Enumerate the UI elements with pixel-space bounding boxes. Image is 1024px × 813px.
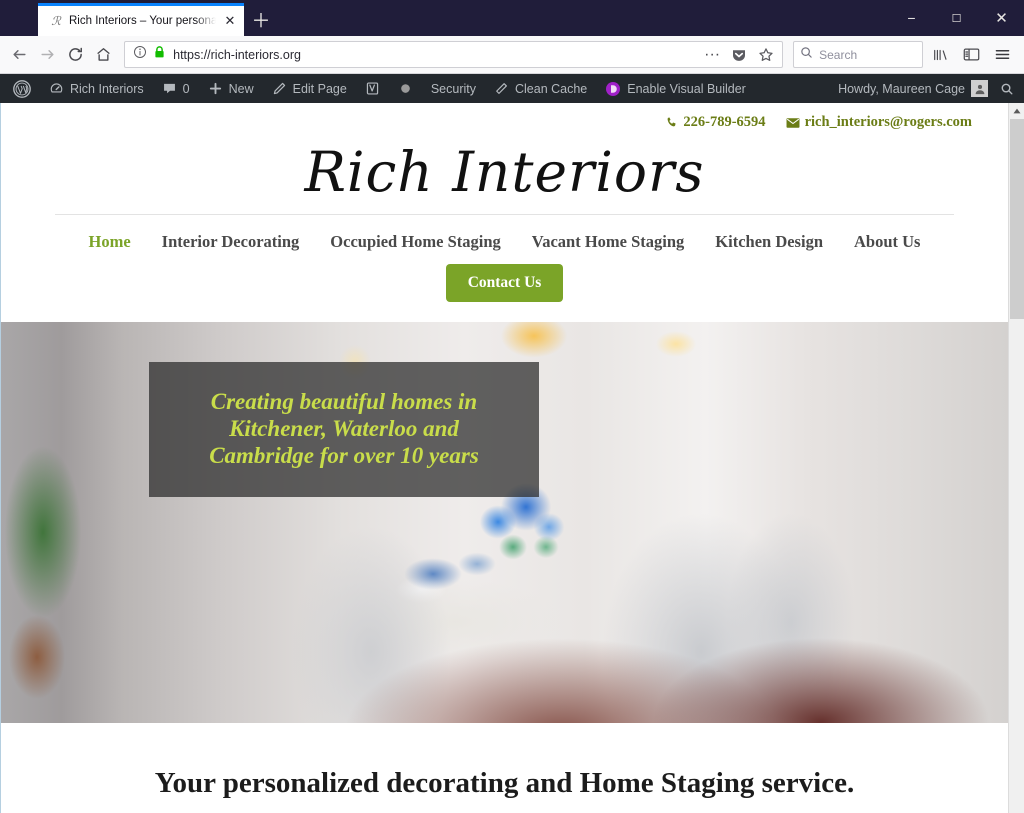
- header-email[interactable]: rich_interiors@rogers.com: [786, 114, 972, 131]
- sidebar-icon[interactable]: [956, 40, 987, 70]
- comment-bubble-icon: [162, 81, 177, 96]
- url-text: https://rich-interiors.org: [173, 47, 301, 62]
- contact-us-button[interactable]: Contact Us: [445, 264, 564, 302]
- main-navigation: Home Interior Decorating Occupied Home S…: [31, 215, 978, 262]
- admin-bar-clean-cache[interactable]: Clean Cache: [485, 74, 596, 103]
- search-icon: [800, 46, 813, 64]
- close-window-button[interactable]: ✕: [979, 0, 1024, 36]
- admin-bar-edit-page[interactable]: Edit Page: [263, 74, 356, 103]
- tab-close-icon[interactable]: ✕: [222, 13, 238, 29]
- admin-bar-site-name[interactable]: Rich Interiors: [40, 74, 153, 103]
- plus-icon: [208, 81, 223, 96]
- divi-icon: [605, 81, 621, 97]
- admin-bar-howdy-label[interactable]: Howdy, Maureen Cage: [838, 82, 971, 96]
- nav-item-occupied-home-staging[interactable]: Occupied Home Staging: [330, 232, 501, 252]
- admin-bar-comment-count: 0: [182, 81, 190, 96]
- page-info-icon: [133, 45, 147, 64]
- page-tagline: Your personalized decorating and Home St…: [154, 767, 855, 799]
- admin-bar-security[interactable]: Security: [422, 74, 485, 103]
- hero-line-1: Creating beautiful homes in: [210, 389, 478, 415]
- bookmark-star-icon[interactable]: [756, 45, 776, 65]
- dashboard-icon: [49, 81, 64, 96]
- admin-bar-status-dot[interactable]: [389, 74, 422, 103]
- header-email-label: rich_interiors@rogers.com: [804, 114, 972, 130]
- site-header: 226-789-6594 rich_interiors@rogers.com R…: [1, 103, 1008, 322]
- nav-item-kitchen-design[interactable]: Kitchen Design: [715, 232, 823, 252]
- site-logo-text: Rich Interiors: [304, 140, 705, 204]
- wordpress-logo-icon: [13, 79, 31, 98]
- admin-bar-yoast[interactable]: [356, 74, 389, 103]
- maximize-button[interactable]: ☐: [934, 0, 979, 36]
- admin-bar-wp-logo[interactable]: [4, 74, 40, 103]
- page-content: 226-789-6594 rich_interiors@rogers.com R…: [0, 103, 1008, 813]
- admin-bar-search-icon[interactable]: [988, 82, 1024, 96]
- browser-tab[interactable]: ℛ Rich Interiors – Your personalized ✕: [38, 3, 244, 36]
- eraser-icon: [494, 81, 509, 96]
- library-icon[interactable]: [925, 40, 956, 70]
- hero-slider[interactable]: Creating beautiful homes in Kitchener, W…: [1, 322, 1008, 723]
- admin-bar-site-name-label: Rich Interiors: [70, 81, 144, 96]
- hero-text-overlay: Creating beautiful homes in Kitchener, W…: [149, 362, 539, 497]
- identity-box[interactable]: [133, 45, 166, 64]
- new-tab-button[interactable]: ＋: [244, 3, 278, 36]
- tagline-section: Your personalized decorating and Home St…: [1, 723, 1008, 800]
- menu-button[interactable]: [987, 40, 1018, 70]
- hero-line-2: Kitchener, Waterloo and: [229, 416, 459, 442]
- lock-icon: [153, 45, 166, 64]
- header-phone-label: 226-789-6594: [683, 114, 766, 130]
- nav-item-about-us[interactable]: About Us: [854, 232, 920, 252]
- toolbar-end-buttons: [925, 40, 1018, 70]
- pencil-icon: [272, 81, 287, 96]
- admin-bar-clean-cache-label: Clean Cache: [514, 81, 588, 96]
- window-controls: − ☐ ✕: [889, 0, 1024, 36]
- scrollbar-thumb[interactable]: [1010, 119, 1024, 319]
- pocket-icon[interactable]: [729, 45, 749, 65]
- browser-window: ℛ Rich Interiors – Your personalized ✕ ＋…: [0, 0, 1024, 813]
- tab-title: Rich Interiors – Your personalized: [69, 15, 216, 27]
- url-bar[interactable]: https://rich-interiors.org ···: [124, 41, 784, 68]
- header-phone[interactable]: 226-789-6594: [665, 114, 766, 131]
- header-contact-bar: 226-789-6594 rich_interiors@rogers.com: [31, 103, 978, 136]
- page-viewport: 226-789-6594 rich_interiors@rogers.com R…: [0, 103, 1024, 813]
- forward-button[interactable]: [34, 40, 60, 70]
- admin-bar-visual-builder[interactable]: Enable Visual Builder: [596, 74, 755, 103]
- admin-bar-comments[interactable]: 0: [153, 74, 199, 103]
- phone-icon: [667, 117, 676, 127]
- home-button[interactable]: [90, 40, 116, 70]
- nav-item-vacant-home-staging[interactable]: Vacant Home Staging: [532, 232, 684, 252]
- user-avatar-icon[interactable]: [971, 80, 988, 97]
- tab-favicon-icon: ℛ: [51, 14, 61, 28]
- reload-button[interactable]: [62, 40, 88, 70]
- site-logo[interactable]: Rich Interiors: [31, 136, 978, 214]
- yoast-seo-icon: [365, 81, 380, 96]
- cta-row: Contact Us: [31, 262, 978, 322]
- minimize-button[interactable]: −: [889, 0, 934, 36]
- admin-bar-new[interactable]: New: [199, 74, 263, 103]
- nav-item-interior-decorating[interactable]: Interior Decorating: [162, 232, 300, 252]
- admin-bar-new-label: New: [228, 81, 254, 96]
- wordpress-admin-bar: Rich Interiors 0 New Edit Page Security …: [0, 74, 1024, 103]
- navigation-toolbar: https://rich-interiors.org ··· Search: [0, 36, 1024, 74]
- back-button[interactable]: [6, 40, 32, 70]
- status-dot-icon: [398, 81, 413, 96]
- scrollbar-up-arrow-icon[interactable]: [1009, 103, 1024, 119]
- admin-bar-security-label: Security: [430, 81, 476, 96]
- admin-bar-visual-builder-label: Enable Visual Builder: [627, 81, 746, 96]
- admin-bar-account-area: Howdy, Maureen Cage: [838, 80, 1024, 97]
- search-placeholder: Search: [819, 47, 858, 62]
- envelope-icon: [786, 117, 800, 128]
- page-scrollbar[interactable]: [1008, 103, 1024, 813]
- tab-bar: ℛ Rich Interiors – Your personalized ✕ ＋…: [0, 0, 1024, 36]
- nav-item-home[interactable]: Home: [89, 232, 131, 252]
- page-actions-icon[interactable]: ···: [702, 45, 722, 65]
- admin-bar-edit-page-label: Edit Page: [292, 81, 347, 96]
- hero-line-3: Cambridge for over 10 years: [209, 442, 479, 468]
- search-bar[interactable]: Search: [793, 41, 923, 68]
- hero-headline: Creating beautiful homes in Kitchener, W…: [197, 389, 491, 470]
